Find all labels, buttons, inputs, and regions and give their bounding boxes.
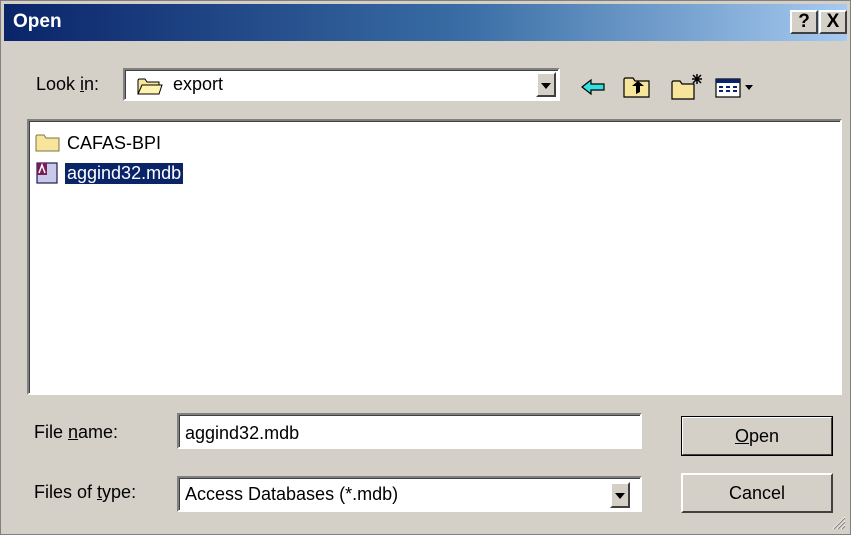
resize-grip-icon[interactable] <box>830 514 846 530</box>
cancel-button[interactable]: Cancel <box>681 473 833 513</box>
look-in-dropdown[interactable]: export <box>123 68 560 101</box>
view-menu-icon[interactable] <box>713 71 761 103</box>
look-in-label: Look in: <box>36 74 100 94</box>
close-button[interactable]: X <box>819 10 847 34</box>
file-name-label: File name: <box>34 422 119 442</box>
look-in-value: export <box>173 74 224 94</box>
access-database-icon <box>36 162 58 184</box>
file-name: CAFAS-BPI <box>67 133 162 153</box>
title-bar[interactable]: Open ? X <box>4 4 847 41</box>
file-type-value: Access Databases (*.mdb) <box>185 484 399 504</box>
file-name-input[interactable]: aggind32.mdb <box>177 413 642 449</box>
open-dialog: Open ? X Look in: export CAFAS-BPI aggin… <box>0 0 851 535</box>
new-folder-icon[interactable] <box>669 71 705 103</box>
file-type-dropdown[interactable]: Access Databases (*.mdb) <box>177 476 642 512</box>
open-button[interactable]: Open <box>681 416 833 456</box>
back-arrow-icon[interactable] <box>578 71 608 103</box>
file-type-label: Files of type: <box>34 482 137 502</box>
look-in-dropdown-arrow[interactable] <box>536 72 556 97</box>
window-title: Open <box>13 11 62 32</box>
open-folder-icon <box>137 78 163 95</box>
file-list[interactable]: CAFAS-BPI aggind32.mdb <box>27 119 842 395</box>
help-button[interactable]: ? <box>790 10 818 34</box>
up-one-level-icon[interactable] <box>621 71 653 103</box>
file-name: aggind32.mdb <box>63 162 185 185</box>
file-type-dropdown-arrow[interactable] <box>610 482 630 508</box>
folder-icon <box>35 134 60 152</box>
